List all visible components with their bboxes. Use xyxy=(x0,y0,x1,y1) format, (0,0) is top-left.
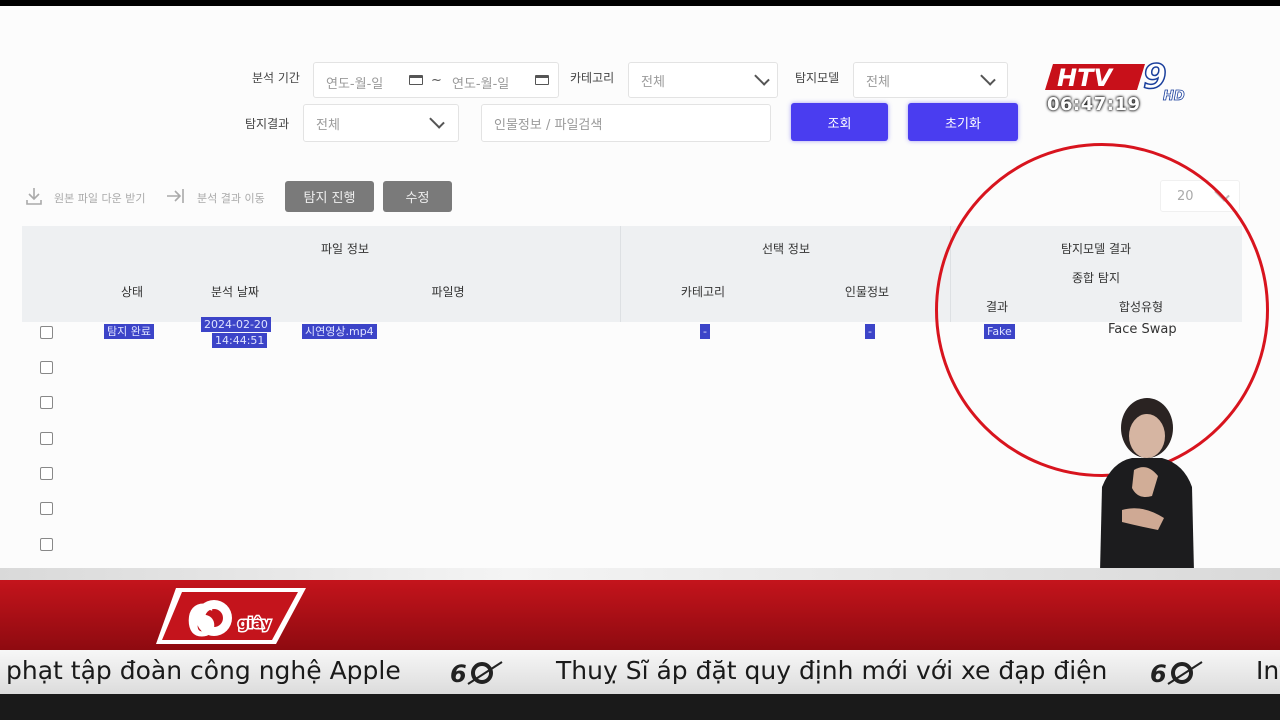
status-cell: 탐지 완료 xyxy=(104,324,154,339)
broadcast-clock: 06:47:19 xyxy=(1047,94,1141,115)
ticker-item: Thuỵ Sĩ áp đặt quy định mới với xe đạp đ… xyxy=(556,656,1108,685)
period-label: 분석 기간 xyxy=(252,71,300,85)
date-cell: 2024-02-20 xyxy=(201,317,271,332)
svg-text:6: 6 xyxy=(1150,660,1167,686)
row-checkbox[interactable] xyxy=(40,502,53,515)
result-value: 전체 xyxy=(316,117,340,133)
col-person: 인물정보 xyxy=(844,285,890,299)
chevron-down-icon xyxy=(429,113,445,129)
reset-button[interactable]: 초기화 xyxy=(908,103,1018,141)
svg-text:6: 6 xyxy=(450,660,467,686)
row-checkbox[interactable] xyxy=(40,538,53,551)
row-checkbox[interactable] xyxy=(40,326,53,339)
category-value: 전체 xyxy=(641,74,665,90)
category-cell: - xyxy=(700,324,710,339)
header-file-info: 파일 정보 xyxy=(321,242,369,256)
row-checkbox[interactable] xyxy=(40,396,53,409)
svg-text:HD: HD xyxy=(1163,89,1185,104)
category-label: 카테고리 xyxy=(570,71,615,85)
chevron-down-icon xyxy=(754,70,770,86)
row-checkbox[interactable] xyxy=(40,432,53,445)
filename-cell[interactable]: 시연영상.mp4 xyxy=(302,324,377,339)
column-divider xyxy=(620,226,621,322)
date-to-input[interactable]: 연도-월-일 xyxy=(440,73,509,92)
chevron-down-icon xyxy=(980,70,996,86)
move-result-link[interactable]: 분석 결과 이동 xyxy=(197,190,265,206)
search-button[interactable]: 조회 xyxy=(791,103,888,141)
person-cell: - xyxy=(865,324,875,339)
news-ticker: phạt tập đoàn công nghệ Apple 6 Thuỵ Sĩ … xyxy=(0,650,1280,694)
date-from-input[interactable]: 연도-월-일 xyxy=(314,73,383,92)
col-category: 카테고리 xyxy=(680,285,726,299)
date-range-field[interactable]: 연도-월-일 ~ 연도-월-일 xyxy=(313,62,559,98)
search-placeholder: 인물정보 / 파일검색 xyxy=(494,117,603,133)
col-status: 상태 xyxy=(120,285,144,299)
edit-button[interactable]: 수정 xyxy=(383,181,452,212)
download-icon[interactable] xyxy=(24,186,44,206)
category-select[interactable]: 전체 xyxy=(628,62,778,98)
svg-text:giây: giây xyxy=(238,616,271,632)
result-label: 탐지결과 xyxy=(245,117,290,131)
search-input[interactable]: 인물정보 / 파일검색 xyxy=(481,104,771,142)
ticker-item: Int xyxy=(1256,656,1280,685)
model-value: 전체 xyxy=(866,74,890,90)
date-separator: ~ xyxy=(431,73,442,88)
model-label: 탐지모델 xyxy=(795,71,840,85)
row-checkbox[interactable] xyxy=(40,467,53,480)
time-cell: 14:44:51 xyxy=(212,333,268,348)
60-giay-logo: 6 giây xyxy=(156,588,306,647)
svg-text:6: 6 xyxy=(186,596,217,647)
col-date: 분석 날짜 xyxy=(211,285,259,299)
sign-language-interpreter xyxy=(1100,398,1194,572)
ticker-item: phạt tập đoàn công nghệ Apple xyxy=(6,656,401,685)
download-original-link[interactable]: 원본 파일 다운 받기 xyxy=(54,190,145,206)
col-filename: 파일명 xyxy=(431,285,465,299)
row-checkbox[interactable] xyxy=(40,361,53,374)
calendar-icon[interactable] xyxy=(535,75,549,85)
header-select-info: 선택 정보 xyxy=(762,242,810,256)
svg-text:HTV: HTV xyxy=(1057,64,1114,92)
detect-button[interactable]: 탐지 진행 xyxy=(285,181,374,212)
result-select[interactable]: 전체 xyxy=(303,104,459,142)
60-giay-ticker-icon: 6 xyxy=(1150,660,1203,686)
60-giay-ticker-icon: 6 xyxy=(450,660,503,686)
model-select[interactable]: 전체 xyxy=(853,62,1008,98)
move-arrow-icon[interactable] xyxy=(165,187,187,205)
bottom-bar xyxy=(0,694,1280,720)
